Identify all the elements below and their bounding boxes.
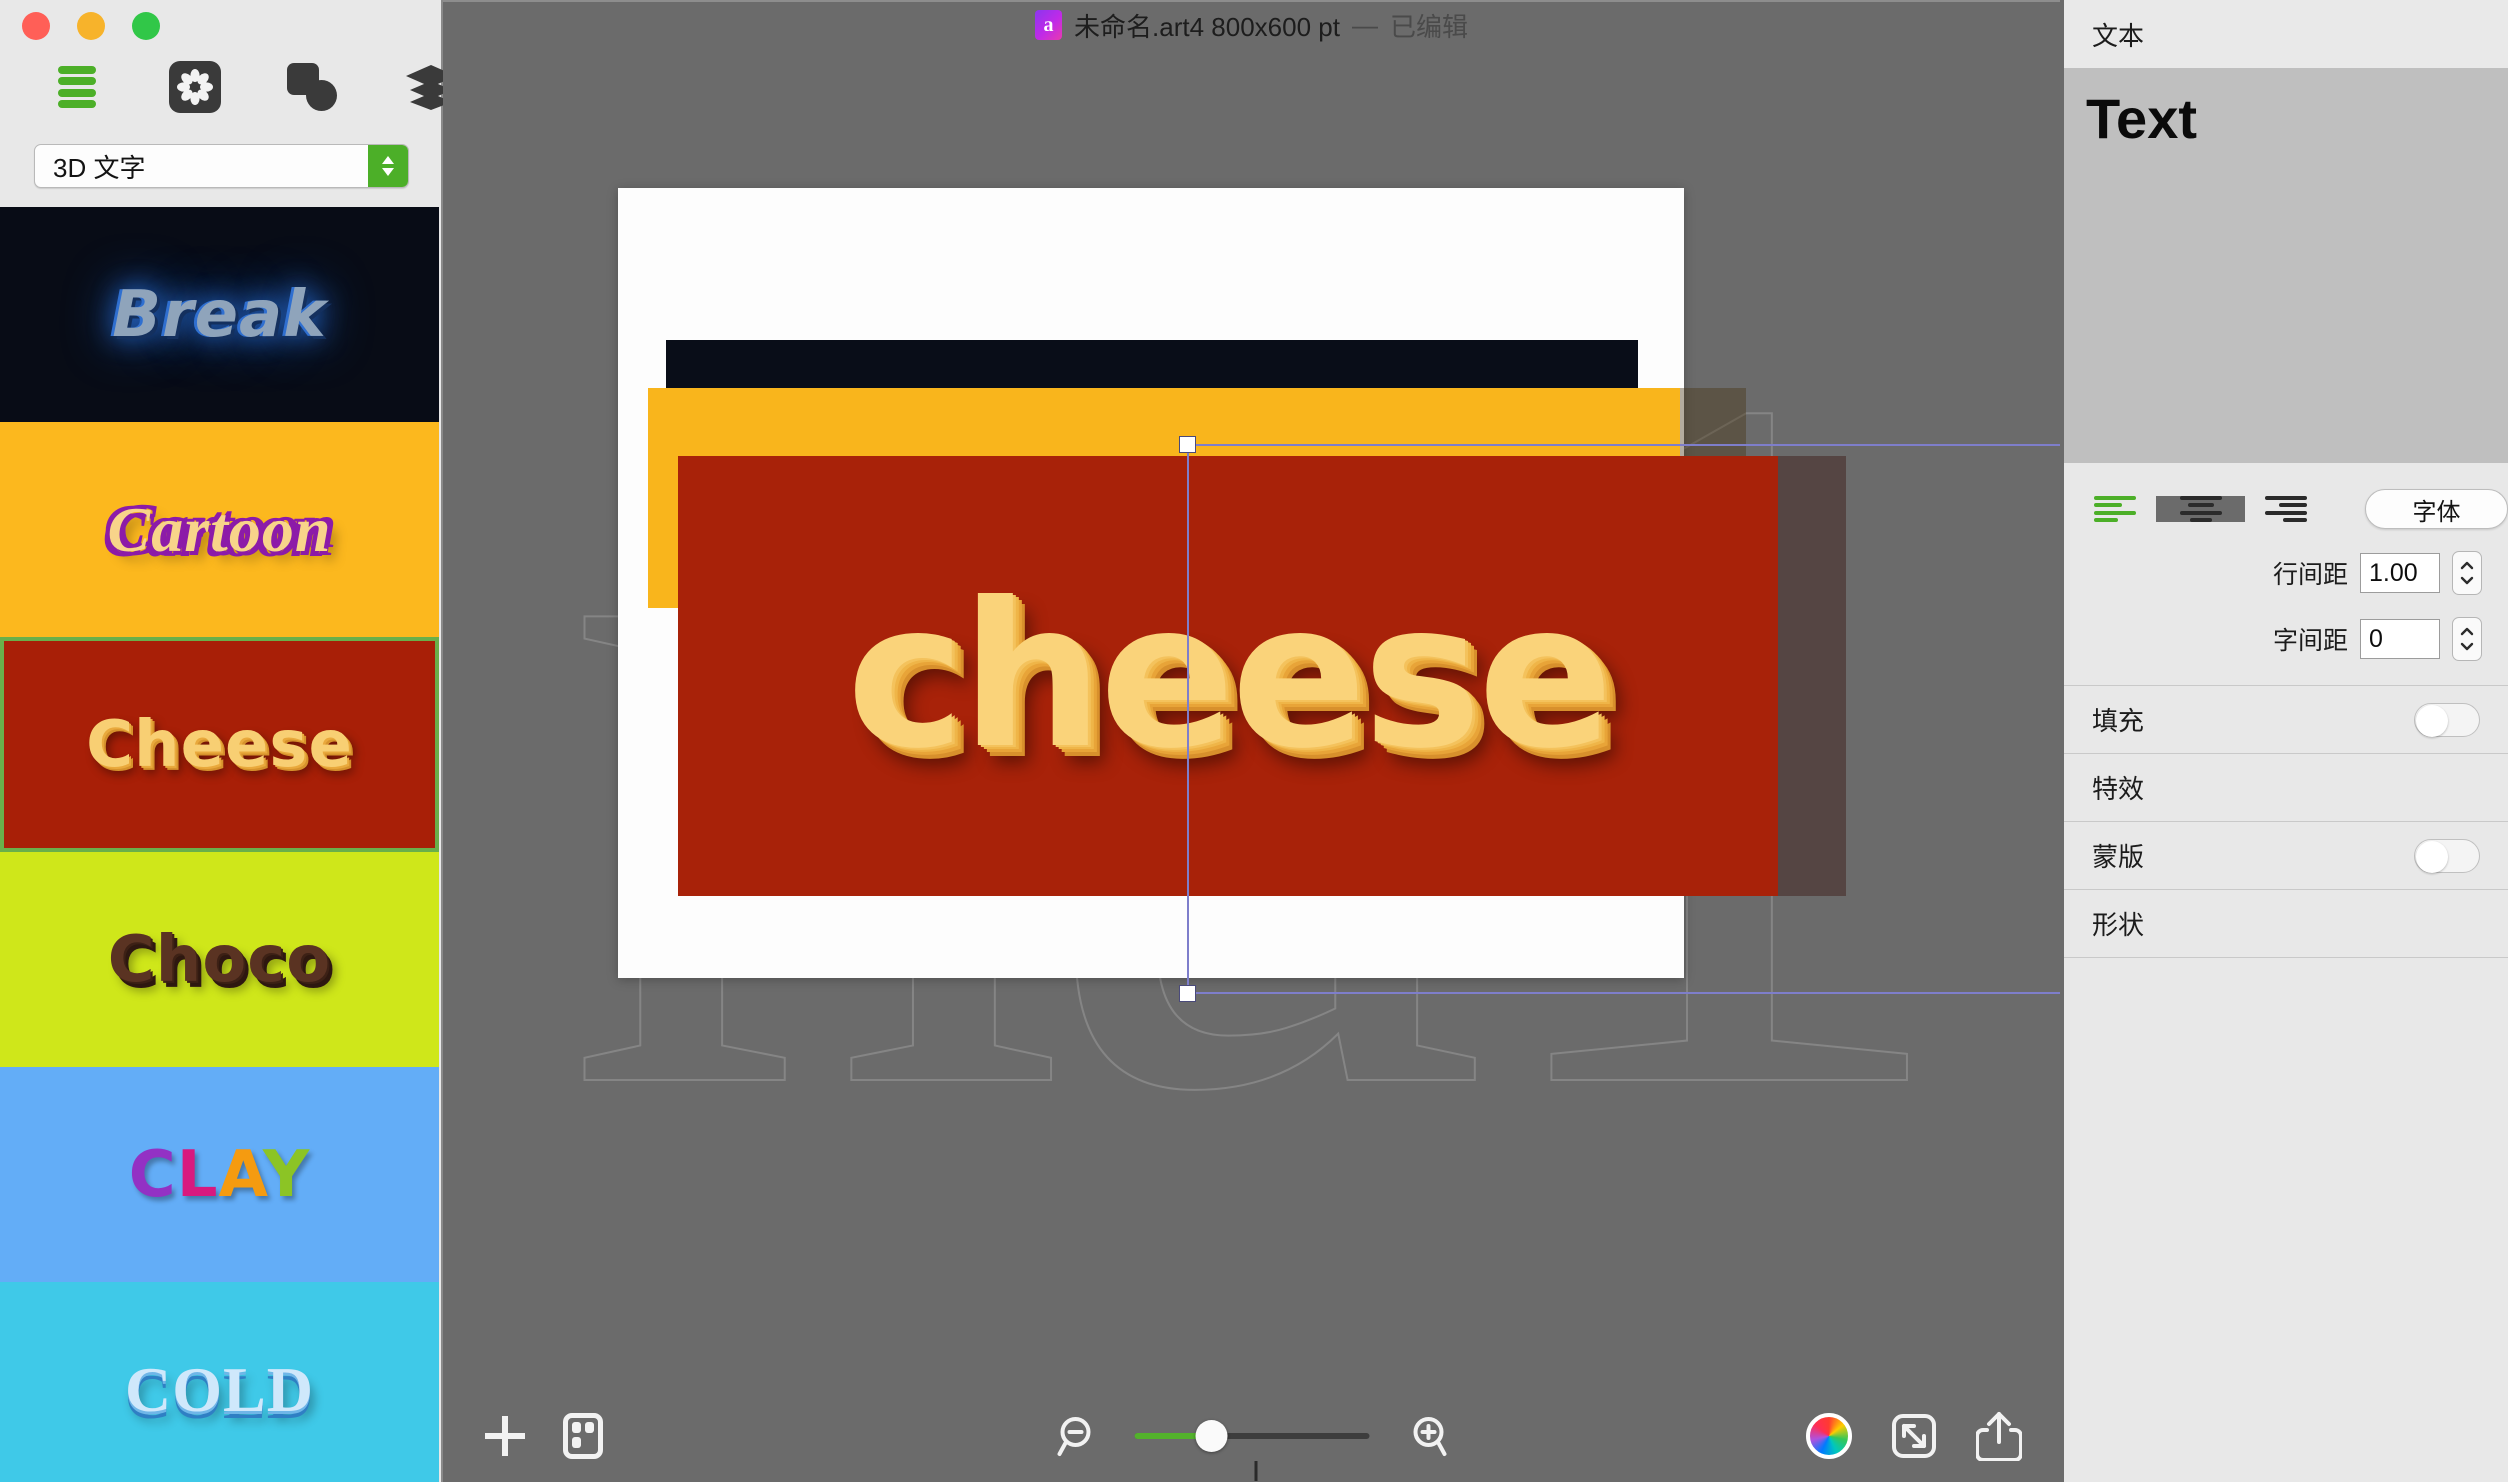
preset-label: Choco xyxy=(107,922,332,997)
align-right-icon[interactable] xyxy=(2265,496,2307,522)
mask-toggle[interactable] xyxy=(2414,838,2480,873)
clay-letter: A xyxy=(218,1137,263,1212)
char-spacing-stepper[interactable] xyxy=(2452,617,2482,661)
zoom-slider-knob[interactable] xyxy=(1195,1420,1228,1452)
preset-item-cartoon[interactable]: Cartoon xyxy=(0,422,439,637)
preset-item-break[interactable]: Break xyxy=(0,207,439,422)
inspector-row-label: 蒙版 xyxy=(2092,842,2145,872)
line-spacing-stepper[interactable] xyxy=(2452,551,2482,595)
artboard[interactable]: cheese xyxy=(618,188,1846,978)
preset-label: CLAY xyxy=(129,1143,311,1207)
text-controls: 字体 行间距 1.00 字间距 0 xyxy=(2064,463,2508,686)
inspector-header: 文本 xyxy=(2064,0,2508,68)
char-spacing-input[interactable]: 0 xyxy=(2360,619,2440,659)
inspector-row-mask[interactable]: 蒙版 xyxy=(2064,822,2508,890)
titlebar: a 未命名.art4 800x600 pt — 已编辑 xyxy=(443,0,2060,48)
preset-label: Cartoon xyxy=(107,493,332,565)
canvas-area[interactable]: a 未命名.art4 800x600 pt — 已编辑 na1 cheese xyxy=(443,0,2060,1482)
clay-letter: L xyxy=(176,1137,219,1212)
inspector-row-label: 特效 xyxy=(2092,774,2145,804)
resize-handle-bottom-left[interactable] xyxy=(1179,985,1196,1002)
text-preview-value: Text xyxy=(2086,87,2197,150)
align-left-icon[interactable] xyxy=(2094,496,2136,522)
preset-label: Cheese xyxy=(86,707,353,782)
bottom-toolbar xyxy=(443,1390,2060,1482)
line-spacing-label: 行间距 xyxy=(2272,561,2348,589)
gear-icon xyxy=(169,61,221,113)
inspector-row-effects[interactable]: 特效 xyxy=(2064,754,2508,822)
zoom-slider[interactable] xyxy=(1134,1420,1369,1481)
gear-icon-button[interactable] xyxy=(164,56,226,118)
preset-list[interactable]: Break Cartoon Cheese Choco CLAY COLD Dar… xyxy=(0,207,439,1482)
shapes-icon-button[interactable] xyxy=(282,56,344,118)
line-spacing-row: 行间距 1.00 xyxy=(2064,551,2508,595)
inspector-row-label: 形状 xyxy=(2092,910,2145,940)
bottom-toolbar-right xyxy=(1806,1411,2022,1461)
text-preview-area[interactable]: Text xyxy=(2064,68,2508,463)
inspector-row-fill[interactable]: 填充 xyxy=(2064,686,2508,754)
preset-item-choco[interactable]: Choco xyxy=(0,852,439,1067)
app-document-icon: a xyxy=(1035,10,1063,40)
document-title: 未命名.art4 800x600 pt xyxy=(1074,11,1340,42)
zoom-window-button[interactable] xyxy=(132,12,160,40)
preset-label: Break xyxy=(112,277,327,352)
app-window: 3D 文字 Break Cartoon Cheese Choco CLAY CO… xyxy=(0,0,2508,1482)
document-edited-status: 已编辑 xyxy=(1389,11,1468,42)
shapes-icon xyxy=(287,63,339,111)
line-spacing-input[interactable]: 1.00 xyxy=(2360,553,2440,593)
zoom-in-icon[interactable] xyxy=(1403,1414,1447,1458)
fit-to-screen-icon[interactable] xyxy=(1890,1412,1938,1460)
zoom-controls xyxy=(1056,1414,1447,1481)
artwork-text[interactable]: cheese xyxy=(678,456,1778,896)
char-spacing-row: 字间距 0 xyxy=(2064,617,2508,661)
zoom-out-icon[interactable] xyxy=(1056,1414,1100,1458)
inspector-filler xyxy=(2064,958,2508,1482)
list-icon xyxy=(58,66,96,108)
layer-shadow-top xyxy=(1680,388,1746,456)
minimize-window-button[interactable] xyxy=(77,12,105,40)
color-wheel-icon[interactable] xyxy=(1806,1413,1852,1459)
char-spacing-label: 字间距 xyxy=(2272,627,2348,655)
clay-letter: Y xyxy=(262,1137,311,1212)
left-panel: 3D 文字 Break Cartoon Cheese Choco CLAY CO… xyxy=(0,0,456,1482)
add-icon[interactable] xyxy=(485,1416,525,1456)
preset-category-value: 3D 文字 xyxy=(53,152,146,183)
preset-category-select[interactable]: 3D 文字 xyxy=(34,144,409,188)
zoom-slider-tick xyxy=(1254,1461,1257,1481)
preset-label: COLD xyxy=(125,1353,314,1425)
align-center-icon[interactable] xyxy=(2156,496,2245,522)
preset-item-cold[interactable]: COLD xyxy=(0,1282,439,1482)
share-icon[interactable] xyxy=(1976,1411,2022,1461)
close-window-button[interactable] xyxy=(22,12,50,40)
title-separator: — xyxy=(1351,9,1378,40)
left-toolbar xyxy=(46,56,462,118)
bottom-toolbar-left xyxy=(485,1413,603,1459)
layout-grid-icon[interactable] xyxy=(563,1413,603,1459)
list-icon-button[interactable] xyxy=(46,56,108,118)
chevron-updown-icon[interactable] xyxy=(368,145,408,187)
alignment-row: 字体 xyxy=(2064,489,2508,529)
clay-letter: C xyxy=(128,1137,177,1212)
preset-item-clay[interactable]: CLAY xyxy=(0,1067,439,1282)
font-button[interactable]: 字体 xyxy=(2365,489,2508,529)
inspector-panel: 文本 Text 字体 行间距 1.00 字间距 0 填充 特效 蒙版 形状 xyxy=(2060,0,2508,1482)
fill-toggle[interactable] xyxy=(2414,702,2480,737)
inspector-row-shape[interactable]: 形状 xyxy=(2064,890,2508,958)
traffic-lights xyxy=(22,12,160,40)
preset-item-cheese[interactable]: Cheese xyxy=(0,637,439,852)
inspector-row-label: 填充 xyxy=(2092,706,2145,736)
